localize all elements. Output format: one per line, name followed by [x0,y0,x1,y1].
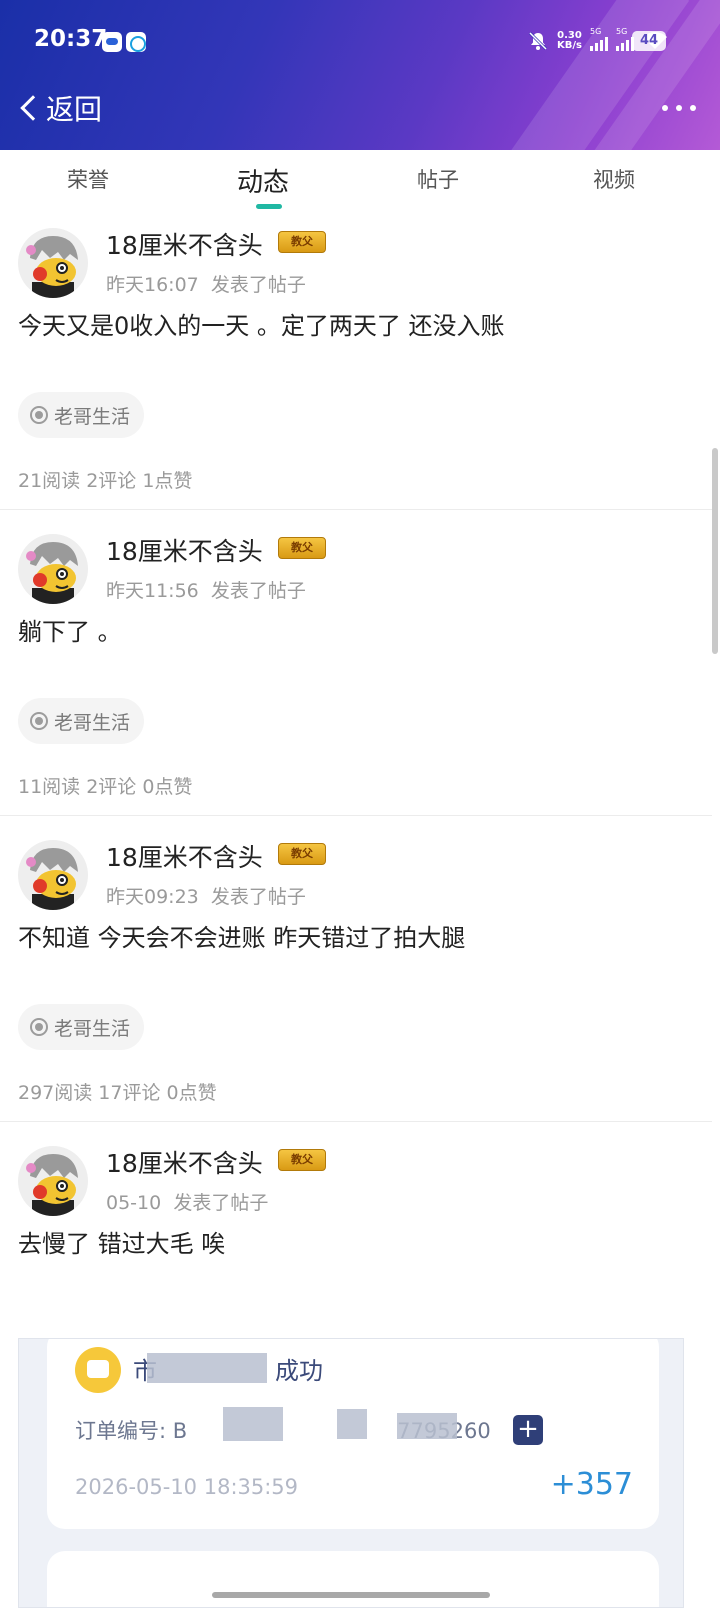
post-item[interactable]: 18厘米不含头 教父 昨天09:23 发表了帖子 不知道 今天会不会进账 昨天错… [0,826,712,1122]
post-stats: 297阅读 17评论 0点赞 [18,1082,217,1104]
mute-bell-icon [528,31,548,51]
post-time: 昨天16:07 [106,274,199,296]
topic-icon [30,406,48,424]
post-content[interactable]: 去慢了 错过大毛 唉 [18,1224,225,1259]
home-indicator[interactable] [212,1592,490,1598]
tab-honor[interactable]: 荣誉 [28,164,148,194]
avatar-image [18,228,88,298]
wallet-icon [75,1347,121,1393]
avatar[interactable] [18,534,88,604]
username[interactable]: 18厘米不含头 [106,1144,263,1180]
app-notification-icon [102,32,122,52]
network-speed-unit: KB/s [557,40,582,51]
post-stats: 11阅读 2评论 0点赞 [18,776,193,798]
avatar[interactable] [18,840,88,910]
post-content[interactable]: 今天又是0收入的一天 。定了两天了 还没入账 [18,306,505,341]
dot-icon [676,105,682,111]
scrollbar[interactable] [712,448,718,654]
username[interactable]: 18厘米不含头 [106,532,263,568]
username[interactable]: 18厘米不含头 [106,838,263,874]
post-action: 发表了帖子 [210,886,306,908]
tab-videos[interactable]: 视频 [554,164,674,194]
tab-activity[interactable]: 动态 [203,162,323,199]
dot-icon [662,105,668,111]
avatar-image [18,534,88,604]
back-button[interactable]: 返回 [16,88,102,128]
page: 20:37 0.30 KB/s 5G 5G 44 返回 荣誉 动态 帖子 视频 … [0,0,720,1608]
post-meta: 昨天11:56 发表了帖子 [106,576,306,603]
order-date: 2026-05-10 18:35:59 [75,1475,299,1499]
header: 20:37 0.30 KB/s 5G 5G 44 返回 [0,0,720,150]
copy-icon: + [513,1415,543,1445]
redaction-blur [147,1353,267,1383]
tab-bar: 荣誉 动态 帖子 视频 [0,150,720,214]
avatar-image [18,840,88,910]
topic-icon [30,1018,48,1036]
badge: 教父 [278,231,326,253]
redaction-blur [397,1413,457,1439]
topic-tag[interactable]: 老哥生活 [18,392,145,438]
battery-icon: 44 [632,31,666,51]
topic-tag[interactable]: 老哥生活 [18,698,145,744]
more-options-button[interactable] [662,96,696,120]
back-label: 返回 [46,93,103,126]
post-action: 发表了帖子 [210,580,306,602]
topic-tag[interactable]: 老哥生活 [18,1004,145,1050]
redaction-blur [337,1409,367,1439]
topic-label: 老哥生活 [54,1017,131,1040]
avatar[interactable] [18,228,88,298]
tab-indicator [256,204,282,209]
dot-icon [690,105,696,111]
avatar[interactable] [18,1146,88,1216]
post-image[interactable]: 市成功 订单编号: B7795260 + 2026-05-10 18:35:59… [18,1338,684,1608]
post-meta: 05-10 发表了帖子 [106,1188,268,1215]
badge: 教父 [278,537,326,559]
chevron-left-icon [20,95,46,121]
order-number-prefix: 订单编号: B [75,1419,188,1443]
avatar-image [18,1146,88,1216]
redaction-blur [223,1407,283,1441]
order-title-suffix: 成功 [275,1357,323,1385]
signal-label: 5G [616,27,628,36]
post-time: 昨天09:23 [106,886,199,908]
status-time: 20:37 [34,26,108,52]
app-notification-icon [126,32,146,52]
post-action: 发表了帖子 [210,274,306,296]
order-card: 市成功 订单编号: B7795260 + 2026-05-10 18:35:59… [47,1339,659,1529]
topic-icon [30,712,48,730]
post-time: 05-10 [106,1192,162,1214]
post-meta: 昨天16:07 发表了帖子 [106,270,306,297]
post-content[interactable]: 躺下了 。 [18,612,122,647]
post-item[interactable]: 18厘米不含头 教父 昨天16:07 发表了帖子 今天又是0收入的一天 。定了两… [0,214,712,510]
post-time: 昨天11:56 [106,580,199,602]
signal-icon: 5G [590,27,608,51]
username[interactable]: 18厘米不含头 [106,226,263,262]
signal-label: 5G [590,27,602,36]
order-amount: +357 [550,1467,633,1502]
topic-label: 老哥生活 [54,405,131,428]
post-content[interactable]: 不知道 今天会不会进账 昨天错过了拍大腿 [18,918,465,953]
network-speed: 0.30 KB/s [557,31,582,51]
badge: 教父 [278,1149,326,1171]
post-meta: 昨天09:23 发表了帖子 [106,882,306,909]
status-bar: 20:37 0.30 KB/s 5G 5G 44 [0,22,720,62]
order-card-next [47,1551,659,1607]
tab-posts[interactable]: 帖子 [378,164,498,194]
post-item[interactable]: 18厘米不含头 教父 昨天11:56 发表了帖子 躺下了 。 老哥生活 11阅读… [0,520,712,816]
badge: 教父 [278,843,326,865]
topic-label: 老哥生活 [54,711,131,734]
post-stats: 21阅读 2评论 1点赞 [18,470,193,492]
post-action: 发表了帖子 [173,1192,269,1214]
